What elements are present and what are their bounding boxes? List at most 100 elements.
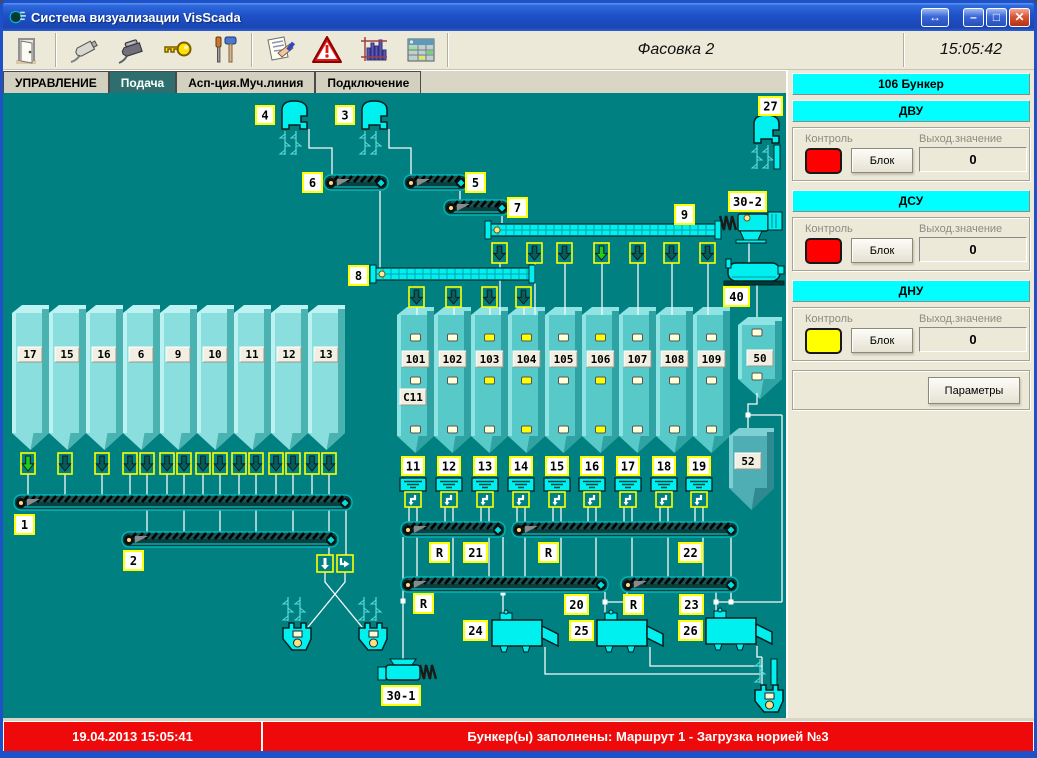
screw-feeder[interactable] <box>720 212 782 243</box>
flow-arrow[interactable] <box>409 287 424 307</box>
drum-sieve[interactable] <box>724 259 784 285</box>
diverter-valve[interactable] <box>405 492 421 507</box>
tag-label-30-1[interactable]: 30-1 <box>382 686 420 705</box>
bunker-plate-16[interactable]: 16 <box>92 347 116 362</box>
flow-arrow[interactable] <box>664 243 679 263</box>
elevator-boot[interactable] <box>359 597 387 650</box>
close-button[interactable]: ✕ <box>1009 8 1030 27</box>
tag-label-21[interactable]: 21 <box>464 543 487 562</box>
toolbar-exit-button[interactable] <box>5 32 52 69</box>
flow-arrow[interactable] <box>557 243 572 263</box>
tag-label-24[interactable]: 24 <box>464 621 487 640</box>
packing-machine[interactable] <box>492 610 558 652</box>
maximize-button[interactable]: □ <box>986 8 1007 27</box>
tag-label-22[interactable]: 22 <box>679 543 702 562</box>
screw-feeder[interactable] <box>378 659 436 680</box>
feeder-outlet[interactable] <box>615 478 641 491</box>
tag-label-26[interactable]: 26 <box>679 621 702 640</box>
bunker-plate-15[interactable]: 15 <box>55 347 79 362</box>
toolbar-access-key-button[interactable] <box>154 32 201 69</box>
bunker-plate-6[interactable]: 6 <box>129 347 153 362</box>
flow-arrow[interactable] <box>492 243 507 263</box>
tag-label-18[interactable]: 18 <box>653 457 675 475</box>
bunker-plate-13[interactable]: 13 <box>314 347 338 362</box>
params-button[interactable]: Параметры <box>928 377 1020 404</box>
diverter-valve[interactable] <box>441 492 457 507</box>
tag-label-27[interactable]: 27 <box>759 97 782 115</box>
tag-label-1[interactable]: 1 <box>15 515 34 534</box>
bunker-10[interactable] <box>197 305 234 450</box>
bunker-plate-50[interactable]: 50 <box>747 350 773 366</box>
tag-label-13[interactable]: 13 <box>474 457 496 475</box>
route-diverter-down[interactable] <box>317 555 333 572</box>
tab-Подключение[interactable]: Подключение <box>315 71 421 93</box>
diverter-valve[interactable] <box>691 492 707 507</box>
toolbar-disconnect-button[interactable] <box>107 32 154 69</box>
tag-label-3[interactable]: 3 <box>336 106 354 124</box>
block-button[interactable]: Блок <box>851 148 913 173</box>
tag-label-7[interactable]: 7 <box>508 198 527 217</box>
flow-arrow[interactable] <box>213 453 227 474</box>
tag-label-6[interactable]: 6 <box>303 173 322 192</box>
feeder-outlet[interactable] <box>508 478 534 491</box>
tag-label-5[interactable]: 5 <box>466 173 485 192</box>
toolbar-alarms-button[interactable] <box>303 32 350 69</box>
route-diverter-turn[interactable] <box>337 555 353 572</box>
flow-arrow[interactable] <box>123 453 137 474</box>
tag-label-19[interactable]: 19 <box>688 457 710 475</box>
bunker-plate-104[interactable]: 104 <box>513 351 540 367</box>
bunker-plate-11[interactable]: 11 <box>240 347 264 362</box>
bunker-plate-103[interactable]: 103 <box>476 351 503 367</box>
diverter-valve[interactable] <box>620 492 636 507</box>
elevator-boot[interactable] <box>283 597 311 650</box>
feeder-outlet[interactable] <box>400 478 426 491</box>
toolbar-report-button[interactable] <box>256 32 303 69</box>
minimize-button[interactable]: – <box>963 8 984 27</box>
bunker-plate-105[interactable]: 105 <box>550 351 577 367</box>
flow-arrow[interactable] <box>305 453 319 474</box>
bunker-plate-109[interactable]: 109 <box>698 351 725 367</box>
flow-arrow[interactable] <box>95 453 109 474</box>
feeder-outlet[interactable] <box>436 478 462 491</box>
tag-label-4[interactable]: 4 <box>256 106 274 124</box>
flow-arrow[interactable] <box>700 243 715 263</box>
bunker-plate-C11[interactable]: C11 <box>400 389 426 405</box>
toolbar-table-button[interactable] <box>397 32 444 69</box>
elevator-boot[interactable] <box>755 659 783 712</box>
belt-conveyor[interactable] <box>621 577 738 592</box>
bunker-plate-17[interactable]: 17 <box>18 347 42 362</box>
bunker-plate-108[interactable]: 108 <box>661 351 688 367</box>
tag-label-R[interactable]: R <box>414 594 433 613</box>
tag-label-9[interactable]: 9 <box>675 205 694 224</box>
tag-label-8[interactable]: 8 <box>349 266 368 285</box>
bunker-12[interactable] <box>271 305 308 450</box>
tag-label-12[interactable]: 12 <box>438 457 460 475</box>
elevator-head[interactable] <box>752 115 780 169</box>
toolbar-trends-button[interactable] <box>350 32 397 69</box>
flow-arrow[interactable] <box>286 453 300 474</box>
diverter-valve[interactable] <box>513 492 529 507</box>
title-bar[interactable]: Система визуализации VisScada ↔–□✕ <box>3 3 1034 31</box>
block-button[interactable]: Блок <box>851 238 913 263</box>
flow-arrow[interactable] <box>21 453 35 474</box>
tab-Асп-ция.Муч.линия[interactable]: Асп-ция.Муч.линия <box>176 71 315 93</box>
tag-label-25[interactable]: 25 <box>570 621 593 640</box>
tag-label-20[interactable]: 20 <box>565 595 588 614</box>
diverter-valve[interactable] <box>549 492 565 507</box>
packing-machine[interactable] <box>597 610 663 652</box>
belt-conveyor[interactable] <box>324 175 388 190</box>
tag-label-R[interactable]: R <box>624 595 643 614</box>
flow-arrow[interactable] <box>160 453 174 474</box>
flow-arrow[interactable] <box>630 243 645 263</box>
diverter-valve[interactable] <box>584 492 600 507</box>
flow-arrow[interactable] <box>177 453 191 474</box>
tag-label-R[interactable]: R <box>539 543 558 562</box>
belt-conveyor[interactable] <box>401 522 505 537</box>
belt-conveyor[interactable] <box>14 495 352 510</box>
block-button[interactable]: Блок <box>851 328 913 353</box>
tag-label-23[interactable]: 23 <box>680 595 703 614</box>
feeder-outlet[interactable] <box>472 478 498 491</box>
tag-label-14[interactable]: 14 <box>510 457 532 475</box>
belt-conveyor[interactable] <box>512 522 738 537</box>
tab-Подача[interactable]: Подача <box>109 71 176 93</box>
